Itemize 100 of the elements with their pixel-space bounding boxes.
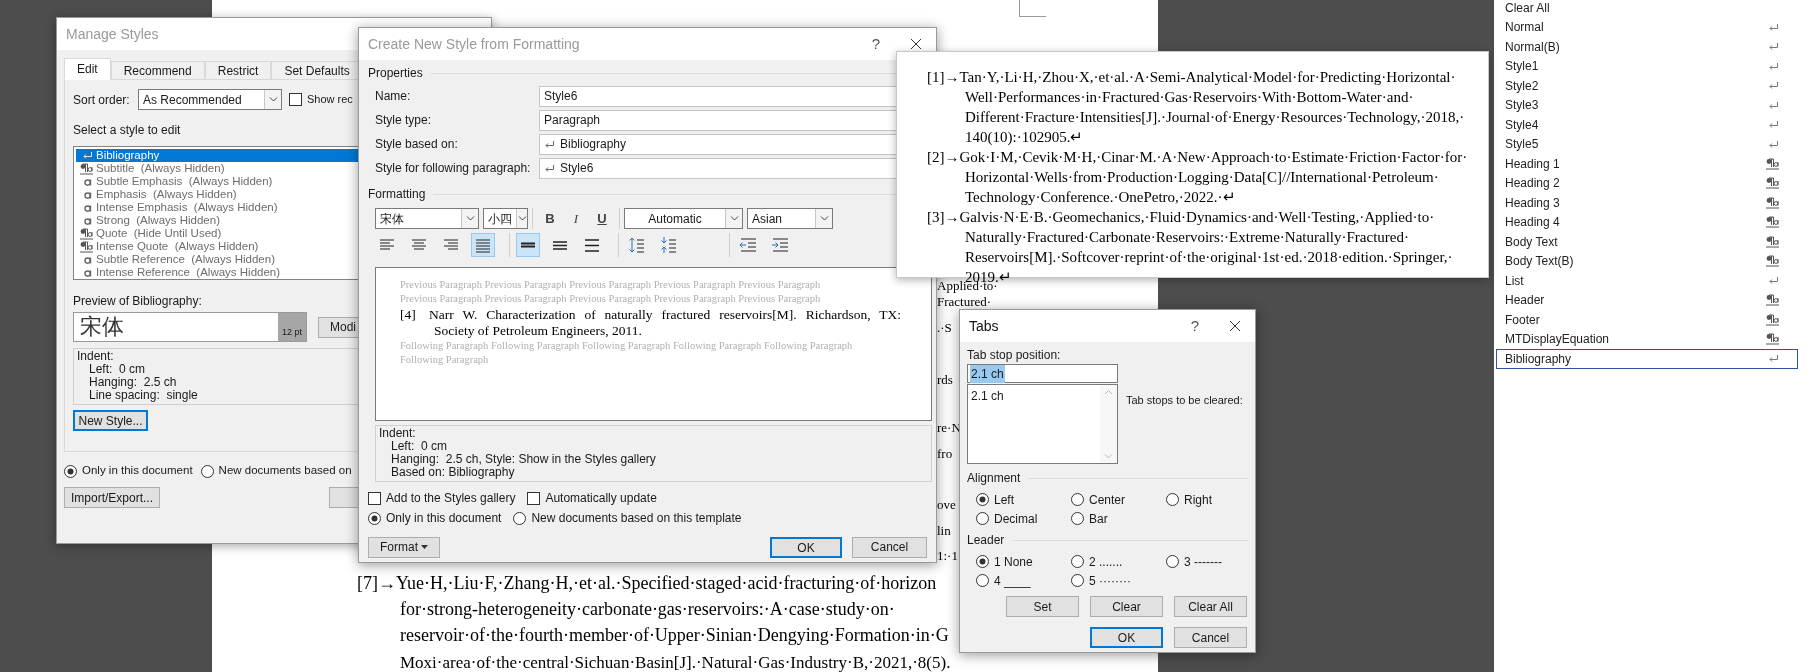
radio-label[interactable]: 1 None <box>994 552 1033 571</box>
radio-label[interactable]: 5 ········ <box>1089 571 1131 590</box>
checkbox[interactable] <box>527 491 541 505</box>
reference-line: Moxi·area·of·the·central·Sichuan·Basin[J].·Natural·Gas·Industry·B,·2021,·8(5). <box>400 654 951 672</box>
bold-button[interactable]: B <box>537 208 563 229</box>
style-item[interactable]: Heading 1 <box>1496 154 1798 174</box>
dropdown[interactable]: Automatic <box>624 208 743 229</box>
chevron-down-icon[interactable] <box>465 215 475 222</box>
group-label: Leader <box>967 532 1005 549</box>
radio-label[interactable]: New documents based on <box>218 462 352 480</box>
reference-line: Horizontal·Wells·from·Production·Logging·Data[C]//International·Petroleum· <box>965 168 1439 187</box>
button[interactable]: Import/Export... <box>64 487 160 508</box>
checkbox[interactable] <box>289 93 302 106</box>
button[interactable]: Clear All <box>1174 596 1247 617</box>
style-item[interactable]: Heading 4 <box>1496 212 1798 232</box>
justify-icon[interactable] <box>471 233 495 257</box>
radio-button[interactable] <box>976 574 989 587</box>
style-item[interactable]: Footer <box>1496 310 1798 330</box>
radio-button[interactable] <box>976 512 989 525</box>
style-item[interactable]: Style3 <box>1496 95 1798 115</box>
description-line: Indent: <box>379 427 416 440</box>
radio-button[interactable] <box>1071 512 1084 525</box>
pilcrow-icon <box>1765 216 1779 229</box>
tab[interactable]: Edit <box>64 58 111 80</box>
tab[interactable]: Recommend <box>110 61 205 80</box>
style-item[interactable]: Body Text <box>1496 232 1798 252</box>
description-line: Hanging: 2.5 ch, Style: Show in the Styles gallery <box>391 453 656 466</box>
button[interactable]: OK <box>1090 627 1163 648</box>
dropdown[interactable]: 小四 <box>483 208 528 229</box>
radio-button[interactable] <box>976 555 989 568</box>
radio-label[interactable]: 3 ------- <box>1184 552 1222 571</box>
tab[interactable]: Restrict <box>204 61 272 80</box>
underline-button[interactable]: U <box>589 208 615 229</box>
reference-line: Technology·Conference.·OnePetro,·2022.·↵ <box>965 188 1236 207</box>
chevron-down-icon[interactable] <box>819 215 829 222</box>
italic-button[interactable]: I <box>563 208 589 229</box>
radio-label[interactable]: Left <box>994 490 1014 509</box>
reference-line: for·strong-heterogeneity·carbonate·gas·reservoirs:·A·case·study·on· <box>400 598 895 621</box>
checkbox-label[interactable]: Automatically update <box>545 489 657 507</box>
help-button[interactable]: ? <box>871 32 880 56</box>
format-button[interactable]: Format <box>368 536 440 558</box>
style-item[interactable]: Style1 <box>1496 56 1798 76</box>
radio-button[interactable] <box>1166 555 1179 568</box>
close-icon[interactable] <box>1229 320 1241 332</box>
style-item[interactable]: Header <box>1496 290 1798 310</box>
radio-button[interactable] <box>513 511 527 525</box>
preview-text: Following Paragraph <box>400 353 489 367</box>
radio-label[interactable]: New documents based on this template <box>531 509 742 527</box>
style-item[interactable]: Normal <box>1496 17 1798 37</box>
style-item[interactable]: List <box>1496 271 1798 291</box>
style-item[interactable]: Style2 <box>1496 76 1798 96</box>
button[interactable]: Clear <box>1090 596 1163 617</box>
radio-label[interactable]: Only in this document <box>386 509 502 527</box>
field-label: Tab stops to be cleared: <box>1126 393 1243 408</box>
radio-label[interactable]: Right <box>1184 490 1212 509</box>
style-item[interactable]: Bibliography <box>1496 349 1798 369</box>
input-field[interactable]: 2.1 ch <box>967 364 1118 383</box>
chevron-down-icon[interactable] <box>268 96 278 103</box>
checkbox-label[interactable]: Add to the Styles gallery <box>386 489 516 507</box>
radio-label[interactable]: Bar <box>1089 509 1108 528</box>
checkbox-label[interactable]: Show rec <box>307 91 353 108</box>
style-item[interactable]: MTDisplayEquation <box>1496 329 1798 349</box>
style-item[interactable]: Style4 <box>1496 115 1798 135</box>
radio-label[interactable]: Decimal <box>994 509 1038 528</box>
single-icon[interactable] <box>516 233 540 257</box>
pilcrow-icon <box>79 162 93 175</box>
radio-label[interactable]: Center <box>1089 490 1126 509</box>
radio-button[interactable] <box>368 511 381 525</box>
description-line: Line spacing: single <box>89 389 198 402</box>
radio-label[interactable]: 2 ....... <box>1089 552 1123 571</box>
style-item[interactable]: Clear All <box>1496 0 1798 18</box>
style-item[interactable]: Heading 2 <box>1496 173 1798 193</box>
dropdown[interactable]: 宋体 <box>375 208 479 229</box>
style-item[interactable]: Body Text(B) <box>1496 251 1798 271</box>
button[interactable]: New Style... <box>73 410 148 431</box>
chevron-down-icon[interactable] <box>517 215 527 222</box>
checkbox[interactable] <box>368 491 381 505</box>
radio-button[interactable] <box>1071 574 1084 587</box>
style-item[interactable]: Style5 <box>1496 134 1798 154</box>
button[interactable]: Set <box>1006 596 1079 617</box>
style-item[interactable]: Heading 3 <box>1496 193 1798 213</box>
radio-label[interactable]: Only in this document <box>82 462 193 480</box>
style-item[interactable]: Normal(B) <box>1496 37 1798 57</box>
chevron-down-icon[interactable] <box>729 215 739 222</box>
radio-button[interactable] <box>1166 493 1179 506</box>
dropdown[interactable]: Asian <box>747 208 833 229</box>
dropdown[interactable]: As Recommended <box>138 89 282 110</box>
tab-stop-entry[interactable]: 2.1 ch <box>971 387 1004 402</box>
radio-button[interactable] <box>1071 493 1084 506</box>
radio-label[interactable]: 4 ____ <box>994 571 1031 590</box>
radio-button[interactable] <box>1071 555 1084 568</box>
button[interactable]: Cancel <box>852 536 927 558</box>
button[interactable]: OK <box>770 536 842 558</box>
radio-button[interactable] <box>64 464 77 478</box>
radio-button[interactable] <box>976 493 989 506</box>
close-icon[interactable] <box>910 38 922 50</box>
character-icon <box>83 267 93 278</box>
button[interactable]: Cancel <box>1174 627 1247 648</box>
help-button[interactable]: ? <box>1190 314 1199 338</box>
radio-button[interactable] <box>200 464 214 478</box>
